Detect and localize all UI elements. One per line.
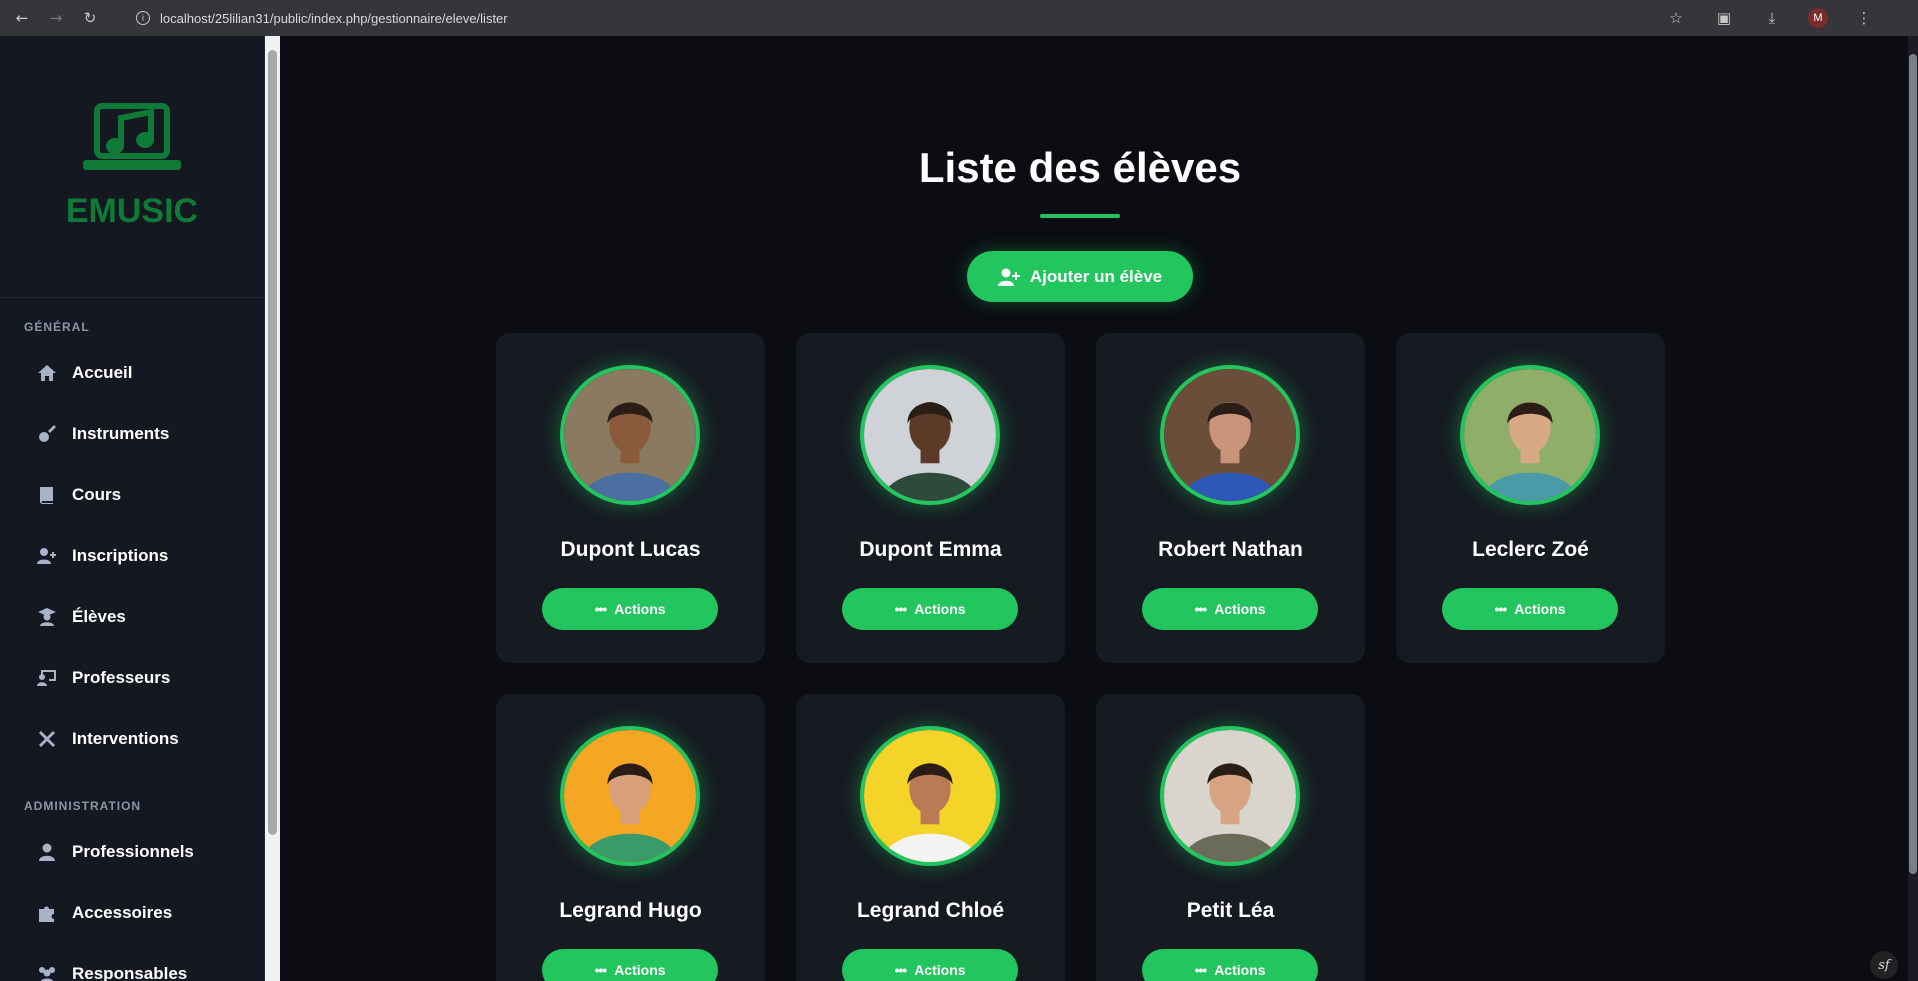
student-photo: [1460, 365, 1600, 505]
student-photo: [860, 726, 1000, 866]
sidebar-item-professionnels[interactable]: Professionnels: [0, 821, 264, 882]
sidebar-item-label: Élèves: [72, 606, 126, 626]
actions-label: Actions: [914, 962, 966, 978]
sidebar-item-label: Accessoires: [72, 902, 173, 922]
section-label-general: GÉNÉRAL: [24, 320, 90, 334]
student-photo: [560, 726, 700, 866]
sidebar-item-eleves[interactable]: Élèves: [0, 586, 264, 647]
sidebar-item-instruments[interactable]: Instruments: [0, 403, 264, 464]
ellipsis-icon: •••: [594, 601, 607, 617]
sidebar-item-interventions[interactable]: Interventions: [0, 708, 264, 769]
sidebar-item-label: Accueil: [72, 362, 133, 382]
user-tie-icon: [36, 841, 58, 863]
actions-button[interactable]: ••• Actions: [542, 588, 718, 630]
student-card: Dupont Lucas ••• Actions: [496, 333, 765, 663]
student-card: Robert Nathan ••• Actions: [1096, 333, 1365, 663]
guitar-icon: [36, 423, 58, 445]
student-card: Legrand Chloé ••• Actions: [796, 694, 1065, 981]
sidebar-item-accessoires[interactable]: Accessoires: [0, 882, 264, 943]
ellipsis-icon: •••: [1494, 601, 1507, 617]
teacher-icon: [36, 667, 58, 689]
student-card: Leclerc Zoé ••• Actions: [1396, 333, 1665, 663]
actions-button[interactable]: ••• Actions: [1442, 588, 1618, 630]
logo-text: EMUSIC: [65, 192, 199, 230]
sidebar-item-label: Inscriptions: [72, 545, 169, 565]
menu-icon[interactable]: ⋮: [1852, 6, 1876, 30]
symfony-toolbar-icon[interactable]: sf: [1870, 951, 1898, 979]
actions-button[interactable]: ••• Actions: [1142, 588, 1318, 630]
student-photo: [1160, 726, 1300, 866]
actions-label: Actions: [614, 601, 666, 617]
home-icon: [36, 362, 58, 384]
puzzle-icon: [36, 902, 58, 924]
graduate-icon: [36, 606, 58, 628]
logo[interactable]: EMUSIC: [0, 36, 264, 298]
tools-icon: [36, 728, 58, 750]
actions-label: Actions: [914, 601, 966, 617]
sidebar-scrollbar[interactable]: [265, 36, 280, 981]
reload-icon[interactable]: ↻: [78, 6, 102, 30]
actions-label: Actions: [1514, 601, 1566, 617]
ellipsis-icon: •••: [1194, 962, 1207, 978]
sidebar-item-label: Professionnels: [72, 841, 194, 861]
sidebar-item-accueil[interactable]: Accueil: [0, 342, 264, 403]
sidebar: EMUSIC GÉNÉRAL Accueil Instruments Cours…: [0, 36, 265, 981]
browser-toolbar: ← → ↻ i localhost/25lilian31/public/inde…: [0, 0, 1918, 36]
student-name: Dupont Lucas: [560, 538, 701, 561]
address-bar[interactable]: i localhost/25lilian31/public/index.php/…: [136, 11, 508, 26]
student-name: Legrand Hugo: [559, 899, 702, 922]
student-photo: [1160, 365, 1300, 505]
users-icon: [36, 963, 58, 981]
student-card: Legrand Hugo ••• Actions: [496, 694, 765, 981]
student-name: Dupont Emma: [859, 538, 1002, 561]
actions-button[interactable]: ••• Actions: [542, 949, 718, 981]
sidebar-item-label: Cours: [72, 484, 122, 504]
music-laptop-icon: [83, 103, 181, 170]
sidebar-item-label: Instruments: [72, 423, 170, 443]
page-title: Liste des élèves: [918, 144, 1242, 191]
ellipsis-icon: •••: [594, 962, 607, 978]
actions-button[interactable]: ••• Actions: [842, 588, 1018, 630]
student-card: Petit Léa ••• Actions: [1096, 694, 1365, 981]
user-plus-icon: [36, 545, 58, 567]
student-card: Dupont Emma ••• Actions: [796, 333, 1065, 663]
bookmark-star-icon[interactable]: ☆: [1664, 6, 1688, 30]
section-label-administration: ADMINISTRATION: [24, 799, 142, 813]
sidebar-item-professeurs[interactable]: Professeurs: [0, 647, 264, 708]
title-underline: [1040, 214, 1120, 218]
book-icon: [36, 484, 58, 506]
extensions-icon[interactable]: ▣: [1712, 6, 1736, 30]
student-name: Leclerc Zoé: [1472, 538, 1589, 561]
sidebar-item-label: Responsables: [72, 963, 188, 981]
page-scrollbar[interactable]: [1908, 36, 1918, 981]
user-plus-icon: [997, 268, 1020, 286]
actions-button[interactable]: ••• Actions: [1142, 949, 1318, 981]
sidebar-item-label: Professeurs: [72, 667, 171, 687]
ellipsis-icon: •••: [1194, 601, 1207, 617]
sidebar-item-label: Interventions: [72, 728, 179, 748]
student-photo: [860, 365, 1000, 505]
url-text[interactable]: localhost/25lilian31/public/index.php/ge…: [160, 11, 508, 26]
actions-label: Actions: [1214, 962, 1266, 978]
student-photo: [560, 365, 700, 505]
ellipsis-icon: •••: [894, 962, 907, 978]
add-student-label: Ajouter un élève: [1029, 266, 1163, 286]
profile-avatar[interactable]: M: [1808, 8, 1828, 28]
actions-label: Actions: [614, 962, 666, 978]
back-icon[interactable]: ←: [10, 6, 34, 30]
actions-label: Actions: [1214, 601, 1266, 617]
add-student-button[interactable]: Ajouter un élève: [967, 251, 1193, 302]
sidebar-item-responsables[interactable]: Responsables: [0, 943, 264, 981]
student-name: Petit Léa: [1186, 899, 1275, 922]
main-content: Liste des élèves Ajouter un élève Dupont…: [280, 36, 1908, 981]
student-name: Robert Nathan: [1158, 538, 1303, 561]
ellipsis-icon: •••: [894, 601, 907, 617]
actions-button[interactable]: ••• Actions: [842, 949, 1018, 981]
sidebar-item-cours[interactable]: Cours: [0, 464, 264, 525]
site-info-icon[interactable]: i: [136, 11, 150, 25]
student-name: Legrand Chloé: [856, 899, 1004, 922]
download-icon[interactable]: ⤓: [1760, 6, 1784, 30]
sidebar-item-inscriptions[interactable]: Inscriptions: [0, 525, 264, 586]
forward-icon[interactable]: →: [44, 6, 68, 30]
